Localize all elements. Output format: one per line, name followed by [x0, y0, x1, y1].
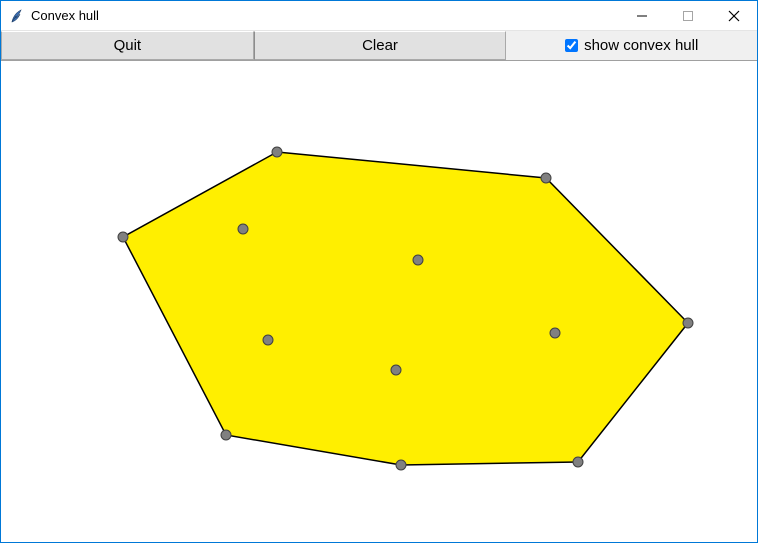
point	[413, 255, 423, 265]
show-hull-label[interactable]: show convex hull	[584, 37, 698, 54]
hull-drawing	[1, 61, 757, 543]
point	[238, 224, 248, 234]
point	[396, 460, 406, 470]
show-hull-checkbox[interactable]	[565, 39, 578, 52]
point	[550, 328, 560, 338]
quit-button-label: Quit	[114, 37, 142, 54]
close-button[interactable]	[711, 1, 757, 30]
point	[391, 365, 401, 375]
canvas[interactable]	[1, 61, 757, 542]
clear-button-label: Clear	[362, 37, 398, 54]
show-hull-toggle[interactable]: show convex hull	[506, 31, 757, 60]
point	[573, 457, 583, 467]
clear-button[interactable]: Clear	[254, 31, 507, 60]
point	[541, 173, 551, 183]
point	[263, 335, 273, 345]
titlebar: Convex hull	[1, 1, 757, 31]
point	[221, 430, 231, 440]
point	[272, 147, 282, 157]
window-controls	[619, 1, 757, 30]
window-title: Convex hull	[31, 8, 99, 23]
toolbar: Quit Clear show convex hull	[1, 31, 757, 61]
point	[118, 232, 128, 242]
hull-polygon	[123, 152, 688, 465]
maximize-button[interactable]	[665, 1, 711, 30]
point	[683, 318, 693, 328]
quit-button[interactable]: Quit	[1, 31, 254, 60]
minimize-button[interactable]	[619, 1, 665, 30]
app-feather-icon	[9, 8, 25, 24]
